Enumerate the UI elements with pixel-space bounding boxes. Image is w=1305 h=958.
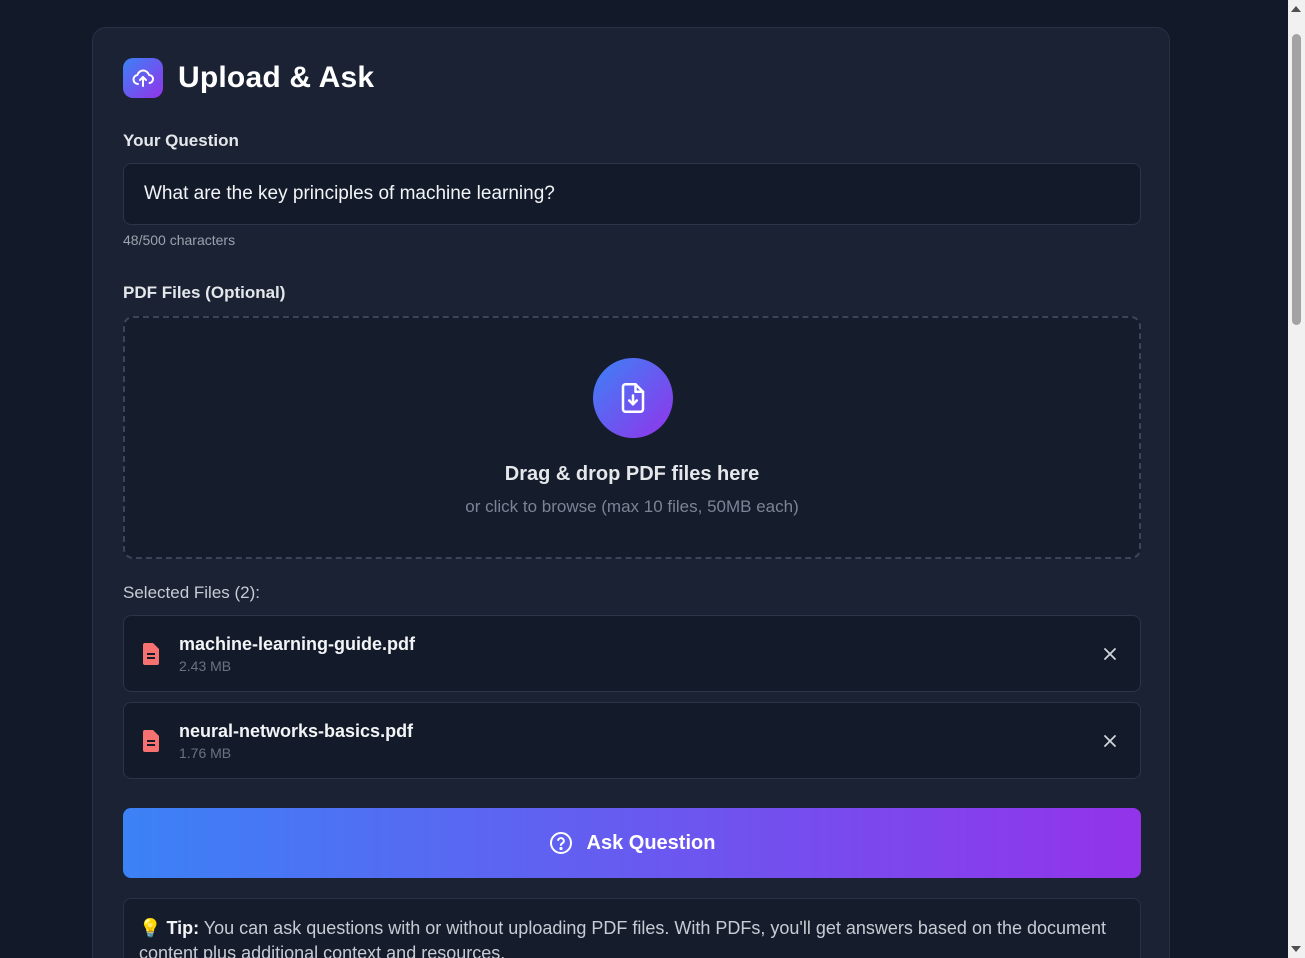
file-item: machine-learning-guide.pdf 2.43 MB <box>123 615 1141 692</box>
pdf-dropzone[interactable]: Drag & drop PDF files here or click to b… <box>123 316 1141 559</box>
question-input-value: What are the key principles of machine l… <box>144 183 555 204</box>
cloud-upload-icon <box>123 58 163 98</box>
pdf-file-icon <box>143 730 159 752</box>
file-name: machine-learning-guide.pdf <box>179 634 416 654</box>
close-icon <box>1104 648 1116 660</box>
vertical-scrollbar[interactable] <box>1288 0 1305 958</box>
tip-text: You can ask questions with or without up… <box>139 918 1107 958</box>
question-label: Your Question <box>123 131 239 150</box>
file-download-icon <box>593 358 673 438</box>
scroll-up-arrow-icon[interactable] <box>1291 6 1301 12</box>
scroll-down-arrow-icon[interactable] <box>1291 946 1301 952</box>
ask-question-button[interactable]: Ask Question <box>123 808 1141 878</box>
tip-box: 💡 Tip: You can ask questions with or wit… <box>123 898 1141 958</box>
pdf-files-label: PDF Files (Optional) <box>123 283 286 302</box>
dropzone-subtitle: or click to browse (max 10 files, 50MB e… <box>465 497 799 516</box>
question-input[interactable]: What are the key principles of machine l… <box>123 163 1141 225</box>
close-icon <box>1104 735 1116 747</box>
upload-card: Upload & Ask Your Question What are the … <box>92 27 1170 958</box>
file-item: neural-networks-basics.pdf 1.76 MB <box>123 702 1141 779</box>
file-size: 1.76 MB <box>179 745 232 761</box>
remove-file-button[interactable] <box>1100 644 1120 664</box>
question-circle-icon <box>549 832 572 854</box>
lightbulb-icon: 💡 <box>139 918 162 938</box>
card-header: Upload & Ask <box>123 58 374 98</box>
scrollbar-thumb[interactable] <box>1292 34 1301 325</box>
page-title: Upload & Ask <box>178 61 375 94</box>
tip-label: Tip: <box>166 918 200 938</box>
pdf-file-icon <box>143 643 159 665</box>
file-name: neural-networks-basics.pdf <box>179 721 414 741</box>
page: Upload & Ask Your Question What are the … <box>0 0 1288 958</box>
selected-files-label: Selected Files (2): <box>123 583 260 602</box>
char-count: 48/500 characters <box>123 232 236 248</box>
dropzone-title: Drag & drop PDF files here <box>504 463 760 485</box>
remove-file-button[interactable] <box>1100 731 1120 751</box>
ask-question-label: Ask Question <box>586 831 716 854</box>
file-size: 2.43 MB <box>179 658 232 674</box>
